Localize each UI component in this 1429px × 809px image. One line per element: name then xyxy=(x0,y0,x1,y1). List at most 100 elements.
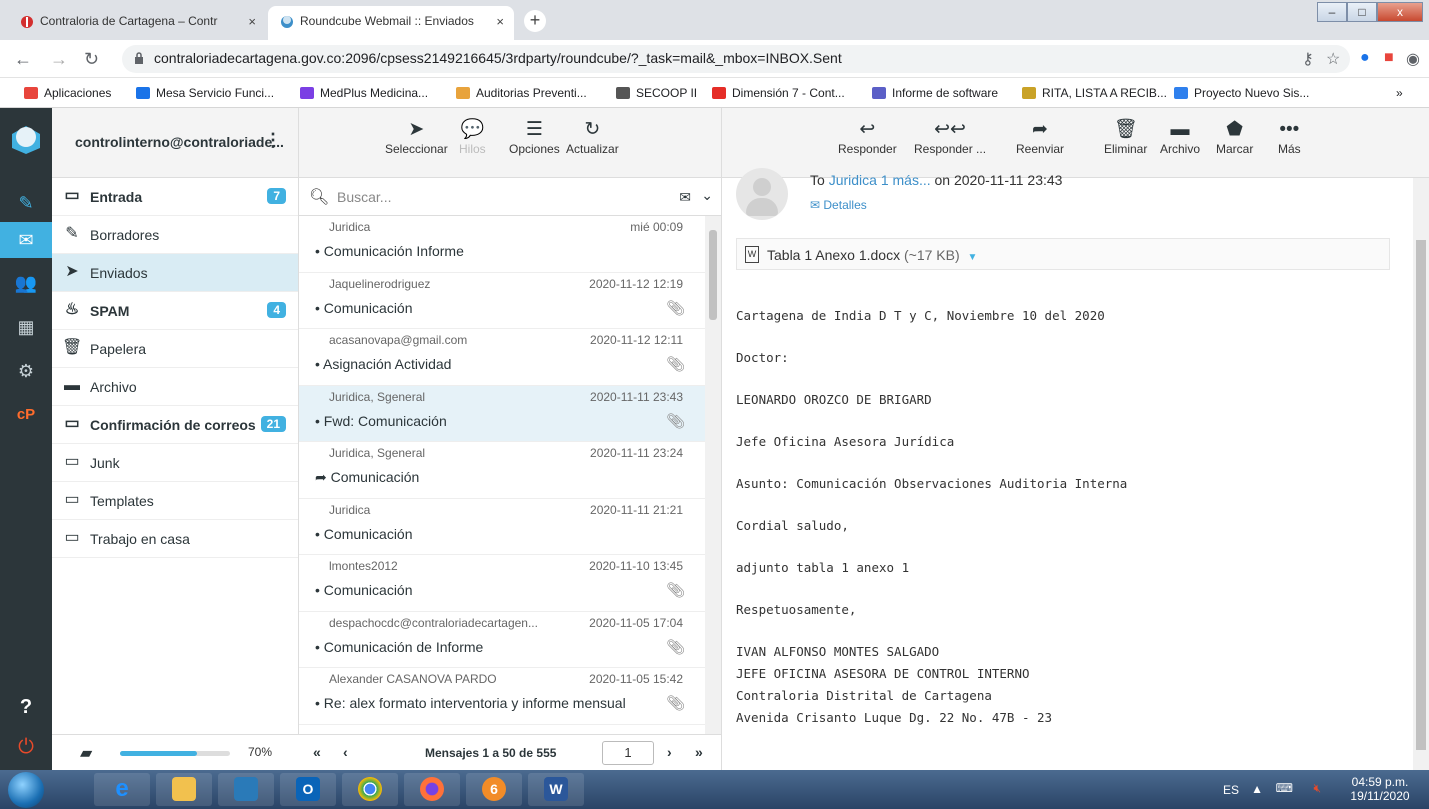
message-row[interactable]: Juridica, Sgeneral 2020-11-11 23:24 ➦ Comu… xyxy=(299,442,705,499)
maximize-button[interactable]: □ xyxy=(1347,2,1377,22)
bookmark-item[interactable]: RITA, LISTA A RECIB... xyxy=(1022,86,1167,100)
bookmark-apps[interactable]: Aplicaciones xyxy=(24,86,111,100)
network-icon[interactable]: ⌨ xyxy=(1276,781,1293,795)
ie-taskbar-button[interactable]: e xyxy=(94,773,150,806)
tray-arrow-icon[interactable]: ▲ xyxy=(1251,782,1263,796)
message-row[interactable] xyxy=(299,725,705,735)
back-arrow-icon[interactable]: ← xyxy=(14,49,32,70)
threads-button[interactable]: 💬 Hilos xyxy=(459,118,486,156)
folder-item[interactable]: ▭ Trabajo en casa xyxy=(52,520,298,558)
mark-button[interactable]: ⬟ Marcar xyxy=(1216,118,1253,156)
volume-muted-icon[interactable]: 🔇︎ xyxy=(1313,781,1321,796)
firefox-taskbar-button[interactable] xyxy=(404,773,460,806)
new-tab-button[interactable]: + xyxy=(524,10,546,32)
caret-down-icon[interactable]: ▼ xyxy=(968,252,978,263)
kebab-menu-icon[interactable]: ⋮ xyxy=(264,130,282,151)
app6-taskbar-button[interactable]: 6 xyxy=(466,773,522,806)
recipients-link[interactable]: Juridica 1 más... xyxy=(829,172,931,188)
explorer-taskbar-button[interactable] xyxy=(156,773,212,806)
more-button[interactable]: ••• Más xyxy=(1278,118,1301,156)
forward-arrow-icon[interactable]: → xyxy=(50,49,68,70)
details-link[interactable]: ✉ Detalles xyxy=(810,198,867,212)
message-row[interactable]: Juridica mié 00:09 • Comunicación Informe xyxy=(299,216,705,273)
folder-item[interactable]: ▬ Archivo xyxy=(52,368,298,406)
search-input[interactable]: Buscar... xyxy=(337,189,391,205)
delete-button[interactable]: 🗑 Eliminar xyxy=(1104,118,1147,156)
bookmark-item[interactable]: Auditorias Preventi... xyxy=(456,86,587,100)
extension-office-icon[interactable]: ■ xyxy=(1384,49,1394,67)
contacts-icon[interactable]: 👥 xyxy=(0,268,52,298)
reply-all-button[interactable]: ↩↩ Responder ... xyxy=(914,118,986,156)
folder-item[interactable]: ▭ Templates xyxy=(52,482,298,520)
message-row[interactable]: despachocdc@contraloriadecartagen... 2020… xyxy=(299,612,705,668)
chrome-taskbar-button[interactable] xyxy=(342,773,398,806)
message-row[interactable]: Juridica 2020-11-11 21:21 • Comunicación xyxy=(299,499,705,555)
calendar-icon[interactable]: ▦ xyxy=(0,312,52,342)
message-row[interactable]: Alexander CASANOVA PARDO 2020-11-05 15:42… xyxy=(299,668,705,725)
close-tab-icon[interactable]: × xyxy=(248,14,256,29)
message-row[interactable]: Juridica, Sgeneral 2020-11-11 23:43 • Fwd:… xyxy=(299,385,705,442)
close-window-button[interactable]: x xyxy=(1377,2,1423,22)
archive-button[interactable]: ▬ Archivo xyxy=(1160,118,1200,156)
folder-item[interactable]: ➤ Enviados xyxy=(52,254,298,292)
bookmarks-more-button[interactable]: » xyxy=(1396,86,1403,100)
start-button[interactable] xyxy=(8,772,44,808)
language-indicator[interactable]: ES xyxy=(1223,783,1239,797)
folder-item[interactable]: ▭ Junk xyxy=(52,444,298,482)
bookmark-item[interactable]: Dimensión 7 - Cont... xyxy=(712,86,845,100)
folder-item[interactable]: ▭ Entrada 7 xyxy=(52,178,298,216)
reader-scrollbar[interactable] xyxy=(1413,178,1429,770)
url-field[interactable]: contraloriadecartagena.gov.co:2096/cpses… xyxy=(122,45,1350,73)
word-taskbar-button[interactable]: W xyxy=(528,773,584,806)
bookmark-item[interactable]: Informe de software xyxy=(872,86,998,100)
page-number-input[interactable]: 1 xyxy=(602,741,654,765)
select-button[interactable]: ➤ Seleccionar xyxy=(385,118,448,156)
bookmark-item[interactable]: SECOOP II xyxy=(616,86,697,100)
message-row[interactable]: acasanovapa@gmail.com 2020-11-12 12:11 • A… xyxy=(299,329,705,386)
reply-button[interactable]: ↩ Responder xyxy=(838,118,897,156)
forward-button[interactable]: ➦ Reenviar xyxy=(1016,118,1064,156)
bookmark-item[interactable]: Proyecto Nuevo Sis... xyxy=(1174,86,1309,100)
scroll-thumb[interactable] xyxy=(709,230,717,320)
folder-item[interactable]: 🗑 Papelera xyxy=(52,330,298,368)
next-page-button[interactable]: › xyxy=(667,744,672,760)
unread-dot-icon: • xyxy=(315,638,320,655)
clock[interactable]: 04:59 p.m. 19/11/2020 xyxy=(1343,775,1417,803)
message-row[interactable]: lmontes2012 2020-11-10 13:45 • Comunicació… xyxy=(299,555,705,612)
close-tab-icon[interactable]: × xyxy=(496,14,504,29)
minimize-button[interactable]: – xyxy=(1317,2,1347,22)
bookmark-item[interactable]: MedPlus Medicina... xyxy=(300,86,428,100)
message-row[interactable]: Jaquelinerodriguez 2020-11-12 12:19 • Comu… xyxy=(299,273,705,329)
star-icon[interactable]: ☆ xyxy=(1326,49,1340,69)
app-taskbar-button[interactable] xyxy=(218,773,274,806)
key-icon[interactable]: ⚷ xyxy=(1302,49,1314,69)
attachment-item[interactable]: W Tabla 1 Anexo 1.docx (~17 KB) ▼ xyxy=(736,238,1390,270)
folder-item[interactable]: ♨ SPAM 4 xyxy=(52,292,298,330)
folder-item[interactable]: ▭ Confirmación de correos 21 xyxy=(52,406,298,444)
cpanel-icon[interactable]: cP xyxy=(0,400,52,430)
envelope-filter-icon[interactable]: ✉ xyxy=(679,189,691,206)
logout-power-icon[interactable]: ⏻ xyxy=(0,732,52,762)
compose-icon[interactable]: ✎ xyxy=(0,188,52,218)
reload-icon[interactable]: ↻ xyxy=(84,49,99,70)
browser-tab-contraloria[interactable]: Contraloria de Cartagena – Contr × xyxy=(8,6,266,40)
search-bar[interactable]: 🔍︎ Buscar... ✉ ⌄ xyxy=(299,178,721,216)
chevron-down-icon[interactable]: ⌄ xyxy=(701,187,713,204)
quota-fill xyxy=(120,751,197,756)
last-page-button[interactable]: » xyxy=(695,744,703,760)
options-button[interactable]: ☰ Opciones xyxy=(509,118,560,156)
list-scrollbar[interactable] xyxy=(705,216,721,734)
first-page-button[interactable]: « xyxy=(313,744,321,760)
help-icon[interactable]: ? xyxy=(0,692,52,722)
profile-icon[interactable]: ◉ xyxy=(1406,49,1420,69)
mail-icon[interactable]: ✉ xyxy=(0,222,52,258)
folder-item[interactable]: ✎ Borradores xyxy=(52,216,298,254)
browser-tab-roundcube[interactable]: Roundcube Webmail :: Enviados × xyxy=(268,6,514,40)
prev-page-button[interactable]: ‹ xyxy=(343,744,348,760)
bookmark-item[interactable]: Mesa Servicio Funci... xyxy=(136,86,274,100)
extension-globe-icon[interactable]: ● xyxy=(1360,49,1370,67)
settings-gear-icon[interactable]: ⚙ xyxy=(0,356,52,386)
scroll-thumb[interactable] xyxy=(1416,240,1426,750)
refresh-button[interactable]: ↻ Actualizar xyxy=(566,118,619,156)
outlook-taskbar-button[interactable]: O xyxy=(280,773,336,806)
